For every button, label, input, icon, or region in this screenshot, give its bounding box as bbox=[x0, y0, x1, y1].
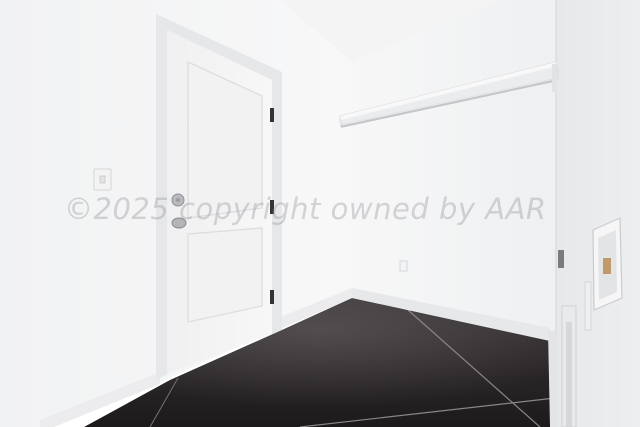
wall-outlet bbox=[399, 260, 408, 272]
laundry-room-photo: ©2025 copyright owned by AAR bbox=[0, 0, 640, 427]
switch-plate-right bbox=[584, 281, 592, 331]
back-wall bbox=[352, 0, 556, 338]
hinge bbox=[270, 108, 274, 122]
hinge bbox=[270, 200, 274, 214]
dryer-outlet bbox=[558, 250, 564, 268]
hinge bbox=[270, 290, 274, 304]
door-panel-lower bbox=[187, 227, 263, 323]
light-switch-toggle[interactable] bbox=[99, 175, 106, 184]
room-illustration bbox=[0, 0, 640, 427]
washer-valve[interactable] bbox=[603, 258, 611, 274]
door-knob[interactable] bbox=[171, 217, 187, 229]
shelf-bracket bbox=[552, 64, 557, 92]
